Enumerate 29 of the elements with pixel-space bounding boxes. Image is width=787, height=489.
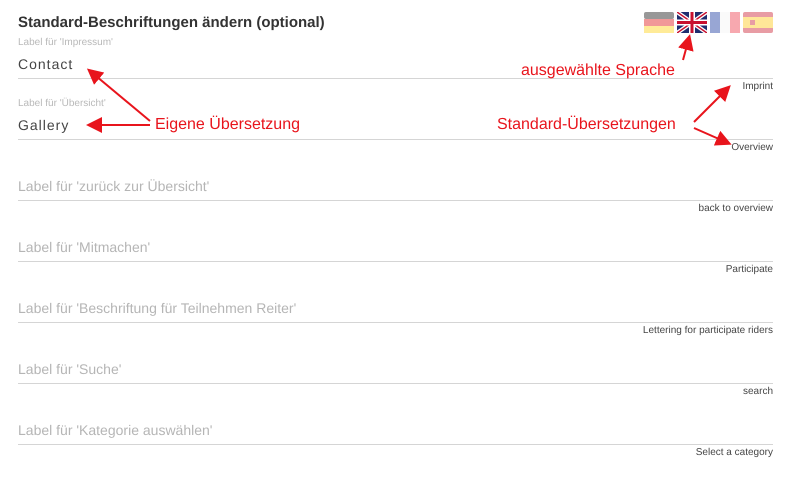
field-value: Contact (18, 55, 74, 73)
annotation-text: Eigene Übersetzung (155, 115, 300, 135)
field-label: Label für 'Übersicht' (18, 98, 106, 110)
annotation-arrow (678, 34, 694, 60)
field-placeholder: Label für 'Kategorie auswählen' (18, 421, 212, 439)
british-flag-icon[interactable] (677, 12, 707, 33)
default-translation: back to overview (698, 202, 773, 216)
annotation-text: Standard-Übersetzungen (497, 115, 676, 135)
field-placeholder: Label für 'Suche' (18, 360, 122, 378)
input-field[interactable]: Label für 'zurück zur Übersicht' (18, 158, 773, 201)
annotation-arrow (693, 85, 731, 123)
default-translation: Select a category (696, 446, 773, 460)
field-placeholder: Label für 'zurück zur Übersicht' (18, 177, 210, 195)
section-title: Standard-Beschriftungen ändern (optional) (18, 13, 325, 33)
annotation-text: ausgewählte Sprache (521, 61, 675, 81)
input-field[interactable]: Label für 'Kategorie auswählen' (18, 402, 773, 445)
field-placeholder: Label für 'Mitmachen' (18, 238, 150, 256)
default-translation: Lettering for participate riders (642, 324, 773, 338)
field-label: Label für 'Impressum' (18, 37, 113, 49)
default-translation: Participate (726, 263, 773, 277)
field-value: Gallery (18, 116, 70, 134)
input-field[interactable]: Label für 'Mitmachen' (18, 219, 773, 262)
input-field[interactable]: Label für 'Suche' (18, 341, 773, 384)
field-placeholder: Label für 'Beschriftung für Teilnehmen Reiter' (18, 299, 296, 317)
default-translation: Imprint (742, 80, 773, 94)
annotation-arrow (694, 127, 732, 146)
default-translation: search (742, 385, 773, 399)
default-translation: Overview (731, 141, 773, 155)
input-field[interactable]: Label für 'Beschriftung für Teilnehmen Reiter' (18, 280, 773, 323)
